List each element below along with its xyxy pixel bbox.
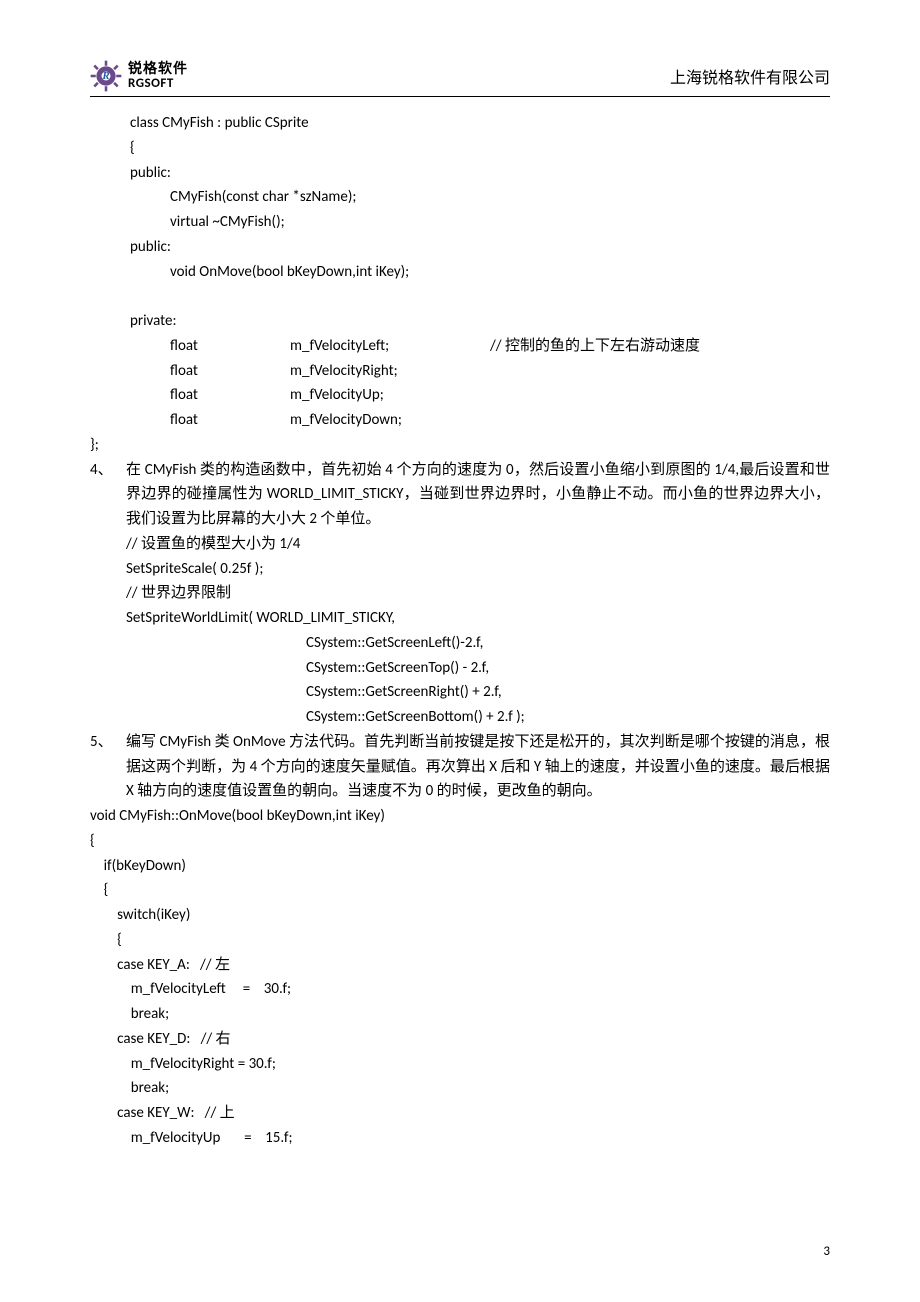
blank-line	[130, 284, 830, 309]
list-body: 编写 CMyFish 类 OnMove 方法代码。首先判断当前按键是按下还是松开…	[126, 730, 830, 804]
logo-name-en: RGSOFT	[128, 77, 188, 91]
code-line: // 设置鱼的模型大小为 1/4	[126, 532, 830, 557]
company-name: 上海锐格软件有限公司	[670, 66, 830, 92]
code-line: public:	[130, 161, 830, 186]
code-line: float m_fVelocityRight;	[130, 359, 830, 384]
list-body: 在 CMyFish 类的构造函数中，首先初始 4 个方向的速度为 0，然后设置小…	[126, 458, 830, 730]
code-line: };	[90, 433, 830, 458]
page-header: R 锐格软件 RGSOFT 上海锐格软件有限公司	[90, 60, 830, 97]
code-line: SetSpriteScale( 0.25f );	[126, 557, 830, 582]
code-line: virtual ~CMyFish();	[130, 210, 830, 235]
document-body: class CMyFish : public CSprite { public:…	[90, 111, 830, 1151]
code-line: {	[130, 136, 830, 161]
code-line: float m_fVelocityUp;	[130, 383, 830, 408]
code-line: CSystem::GetScreenTop() - 2.f,	[126, 656, 830, 681]
page: R 锐格软件 RGSOFT 上海锐格软件有限公司 class CMyFish :…	[0, 0, 920, 1302]
list-item-4: 4、 在 CMyFish 类的构造函数中，首先初始 4 个方向的速度为 0，然后…	[90, 458, 830, 730]
code-line: private:	[130, 309, 830, 334]
code-line: public:	[130, 235, 830, 260]
code-line: CSystem::GetScreenBottom() + 2.f );	[126, 705, 830, 730]
code-line: SetSpriteWorldLimit( WORLD_LIMIT_STICKY,	[126, 606, 830, 631]
code-line: void OnMove(bool bKeyDown,int iKey);	[130, 260, 830, 285]
code-line: float m_fVelocityDown;	[130, 408, 830, 433]
code-line: float m_fVelocityLeft; // 控制的鱼的上下左右游动速度	[130, 334, 830, 359]
gear-icon: R	[90, 60, 122, 92]
page-number: 3	[823, 1241, 830, 1262]
code-line: CMyFish(const char *szName);	[130, 185, 830, 210]
svg-text:R: R	[101, 70, 109, 82]
logo: R 锐格软件 RGSOFT	[90, 60, 188, 92]
code-line: CSystem::GetScreenLeft()-2.f,	[126, 631, 830, 656]
logo-name-cn: 锐格软件	[128, 61, 188, 76]
list-label: 4、	[90, 458, 126, 730]
list-item-5: 5、 编写 CMyFish 类 OnMove 方法代码。首先判断当前按键是按下还…	[90, 730, 830, 804]
code-line: CSystem::GetScreenRight() + 2.f,	[126, 680, 830, 705]
code-onmove: void CMyFish::OnMove(bool bKeyDown,int i…	[90, 804, 830, 1151]
logo-text: 锐格软件 RGSOFT	[128, 61, 188, 91]
code-line: // 世界边界限制	[126, 581, 830, 606]
code-constructor: // 设置鱼的模型大小为 1/4 SetSpriteScale( 0.25f )…	[126, 532, 830, 730]
list-label: 5、	[90, 730, 126, 804]
code-class-def: class CMyFish : public CSprite { public:…	[130, 111, 830, 433]
code-line: class CMyFish : public CSprite	[130, 111, 830, 136]
